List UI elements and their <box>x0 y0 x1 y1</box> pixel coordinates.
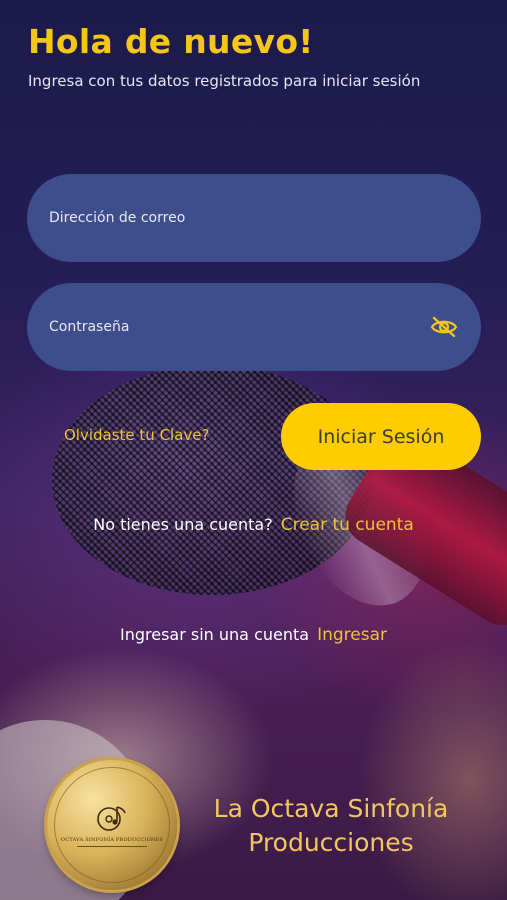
email-field[interactable] <box>27 174 481 262</box>
guest-row: Ingresar sin una cuenta Ingresar <box>0 625 507 645</box>
brand-name: La Octava Sinfonía Producciones <box>213 794 449 857</box>
logo-seal: OCTAVA SINFONÍA PRODUCCIONES <box>54 767 170 883</box>
create-account-link[interactable]: Crear tu cuenta <box>281 515 414 535</box>
page-title: Hola de nuevo! <box>28 22 314 61</box>
signup-row: No tienes una cuenta? Crear tu cuenta <box>0 515 507 535</box>
guest-prompt: Ingresar sin una cuenta <box>120 625 310 644</box>
login-button[interactable]: Iniciar Sesión <box>281 403 481 470</box>
guest-login-link[interactable]: Ingresar <box>317 625 387 645</box>
vinyl-note-icon <box>97 806 126 831</box>
logo-divider <box>77 846 147 847</box>
brand-logo: OCTAVA SINFONÍA PRODUCCIONES <box>47 760 177 890</box>
signup-prompt: No tienes una cuenta? <box>93 515 273 534</box>
page-subtitle: Ingresa con tus datos registrados para i… <box>28 72 421 90</box>
eye-off-icon[interactable] <box>429 312 459 342</box>
logo-text: OCTAVA SINFONÍA PRODUCCIONES <box>61 837 163 843</box>
password-field[interactable] <box>27 283 481 371</box>
password-input[interactable] <box>49 319 429 335</box>
email-input[interactable] <box>49 210 459 226</box>
forgot-password-link[interactable]: Olvidaste tu Clave? <box>64 426 209 444</box>
